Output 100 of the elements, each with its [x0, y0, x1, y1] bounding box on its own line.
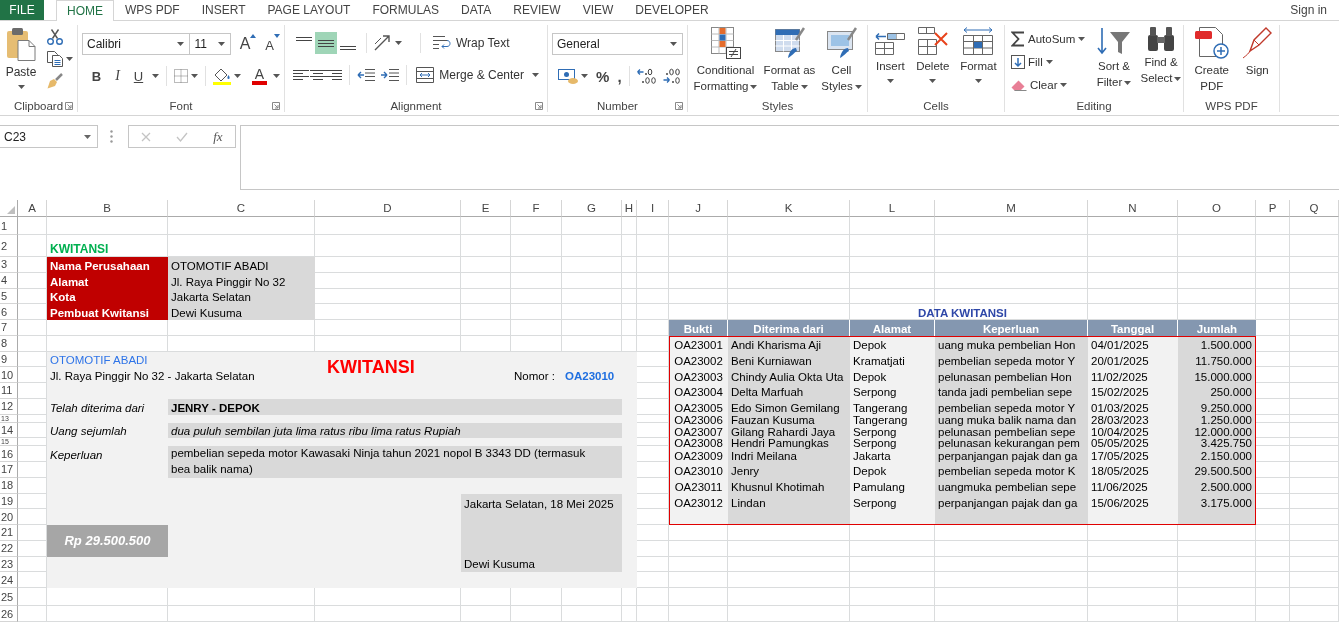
scissors-icon[interactable] [47, 29, 63, 45]
row-header[interactable]: 6 [0, 304, 18, 320]
money-icon[interactable] [558, 68, 578, 84]
comma-button[interactable]: , [617, 65, 622, 87]
caret-icon[interactable] [152, 74, 159, 78]
ribbon-tab[interactable]: FORMULAS [361, 0, 451, 20]
sort-button[interactable]: Sort & Filter [1092, 27, 1136, 97]
row-header[interactable]: 22 [0, 540, 18, 557]
pages-icon[interactable] [47, 51, 63, 67]
row-header[interactable]: 3 [0, 257, 18, 273]
column-header[interactable]: L [850, 200, 935, 217]
row-header[interactable]: 20 [0, 509, 18, 525]
paintbrush-icon[interactable] [47, 73, 63, 89]
row-header[interactable]: 12 [0, 398, 18, 415]
dialog-launcher-icon[interactable] [65, 102, 73, 110]
ribbon-tab[interactable]: WPS PDF [114, 0, 191, 20]
row-header[interactable]: 21 [0, 525, 18, 541]
outdent-icon[interactable] [357, 68, 376, 82]
underline-button[interactable]: U [128, 65, 149, 87]
row-header[interactable]: 25 [0, 588, 18, 606]
column-header[interactable]: I [637, 200, 669, 217]
row-header[interactable]: 19 [0, 493, 18, 510]
row-header[interactable]: 2 [0, 235, 18, 257]
insert-function-button[interactable]: fx [213, 128, 223, 145]
column-header[interactable]: D [315, 200, 461, 217]
row-header[interactable]: 14 [0, 422, 18, 439]
row-header[interactable]: 23 [0, 556, 18, 573]
insert-cells-button[interactable]: Insert [875, 27, 906, 97]
caret-icon[interactable] [191, 74, 198, 78]
ribbon-tab[interactable]: REVIEW [502, 0, 572, 20]
row-header[interactable]: 8 [0, 335, 18, 352]
ribbon-tab[interactable]: INSERT [190, 0, 257, 20]
create-pdf-button[interactable]: Create PDF [1190, 27, 1233, 97]
percent-button[interactable]: % [596, 65, 610, 87]
column-header[interactable]: A [18, 200, 47, 217]
column-header[interactable]: J [669, 200, 728, 217]
check-icon[interactable] [176, 131, 189, 142]
ribbon-tab[interactable]: PAGE LAYOUT [256, 0, 362, 20]
caret-icon[interactable] [273, 74, 280, 78]
ribbon-tab[interactable]: DEVELOPER [624, 0, 720, 20]
paste-button[interactable]: Paste [3, 27, 39, 97]
decimal-left-icon[interactable] [637, 68, 657, 84]
dialog-launcher-icon[interactable] [535, 102, 543, 110]
delete-cells-button[interactable]: Delete [916, 27, 950, 97]
caret-icon[interactable] [581, 74, 588, 78]
row-header[interactable]: 5 [0, 288, 18, 305]
column-header[interactable]: B [47, 200, 168, 217]
middle-align-button[interactable] [315, 32, 337, 54]
column-header[interactable]: F [511, 200, 562, 217]
cell-style-button[interactable]: Cell Styles [819, 27, 864, 97]
caret-icon[interactable] [66, 57, 73, 61]
row-header[interactable]: 11 [0, 383, 18, 399]
paint-bucket-icon[interactable] [213, 67, 231, 85]
ribbon-tab[interactable]: FILE [0, 0, 44, 20]
diagonal-arrow-icon[interactable] [374, 35, 392, 51]
column-header[interactable]: K [728, 200, 850, 217]
dotted-grid-icon[interactable] [174, 69, 188, 83]
merge-center-button[interactable]: Merge & Center [414, 64, 541, 86]
row-header[interactable]: 24 [0, 572, 18, 588]
dialog-launcher-icon[interactable] [675, 102, 683, 110]
ribbon-tab[interactable]: HOME [56, 0, 114, 21]
clear-button[interactable]: Clear [1011, 73, 1068, 96]
fill-button[interactable]: Fill [1011, 50, 1053, 73]
italic-button[interactable]: I [107, 65, 128, 87]
find-button[interactable]: Find & Select [1139, 27, 1183, 97]
font-size-dropdown[interactable]: 11 [189, 33, 231, 55]
font-name-dropdown[interactable]: Calibri [82, 33, 191, 55]
row-header[interactable]: 16 [0, 446, 18, 462]
grip-icon[interactable] [110, 130, 113, 143]
name-box[interactable]: C23 [0, 125, 98, 148]
sum-button[interactable]: AutoSum [1011, 27, 1086, 50]
row-header[interactable]: 17 [0, 462, 18, 478]
row-header[interactable]: 1 [0, 217, 18, 235]
column-header[interactable]: H [622, 200, 637, 217]
sign-pdf-button[interactable]: Sign [1242, 27, 1273, 97]
sign-in-link[interactable]: Sign in [1290, 0, 1339, 20]
conditional-style-button[interactable]: Conditional Formatting [691, 27, 760, 97]
font-color-button[interactable]: A [249, 65, 270, 87]
ribbon-tab[interactable]: VIEW [571, 0, 625, 20]
row-header[interactable]: 4 [0, 272, 18, 289]
column-header[interactable]: O [1178, 200, 1256, 217]
row-header[interactable]: 9 [0, 351, 18, 368]
column-header[interactable]: P [1256, 200, 1290, 217]
caret-icon[interactable] [395, 41, 402, 45]
table-style-button[interactable]: Format as Table [762, 27, 817, 97]
ribbon-tab[interactable]: DATA [450, 0, 503, 20]
column-header[interactable]: G [562, 200, 622, 217]
decimal-right-icon[interactable] [663, 68, 683, 84]
number-format-dropdown[interactable]: General [552, 33, 683, 55]
wrap-text-button[interactable]: Wrap Text [431, 32, 512, 54]
shrink-font-button[interactable]: A [265, 34, 280, 54]
column-header[interactable]: N [1088, 200, 1178, 217]
caret-icon[interactable] [234, 74, 241, 78]
row-header[interactable]: 26 [0, 606, 18, 622]
bold-button[interactable]: B [86, 65, 107, 87]
formula-input-field[interactable] [240, 125, 1339, 190]
row-header[interactable]: 18 [0, 477, 18, 494]
grow-font-button[interactable]: A [239, 34, 257, 54]
row-header[interactable]: 10 [0, 367, 18, 383]
column-header[interactable]: C [168, 200, 315, 217]
